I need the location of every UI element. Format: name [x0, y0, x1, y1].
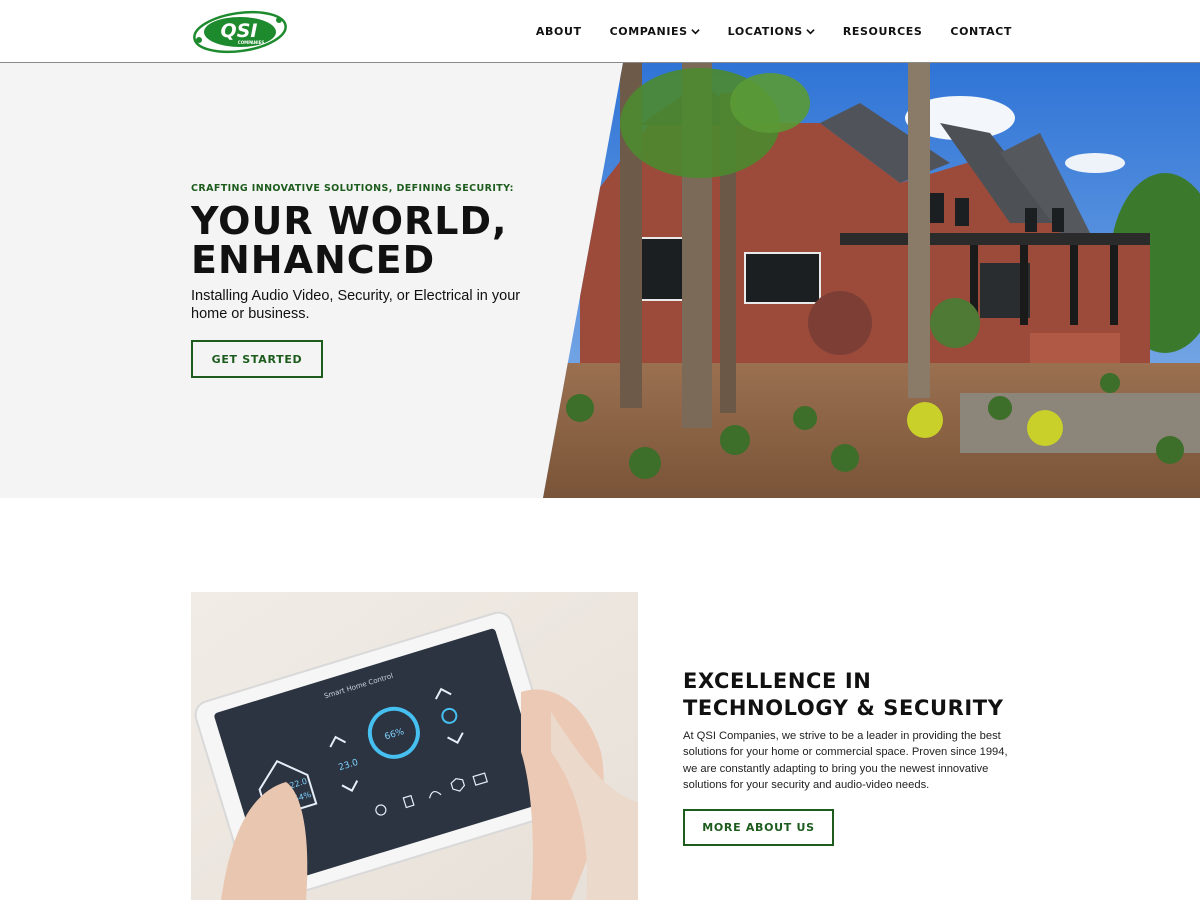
- get-started-button[interactable]: GET STARTED: [191, 340, 323, 378]
- about-title: EXCELLENCE IN TECHNOLOGY & SECURITY: [683, 668, 1023, 722]
- tablet-photo: Smart Home Control 22.0 54% 23.0 66%: [191, 592, 638, 900]
- nav-label: CONTACT: [950, 25, 1012, 38]
- about-section: EXCELLENCE IN TECHNOLOGY & SECURITY At Q…: [683, 668, 1023, 793]
- logo-text: QSI: [221, 20, 258, 42]
- hero-text: CRAFTING INNOVATIVE SOLUTIONS, DEFINING …: [191, 183, 551, 323]
- qsi-logo[interactable]: QSI COMPANIES: [191, 8, 289, 56]
- nav-label: LOCATIONS: [727, 25, 803, 38]
- nav-label: RESOURCES: [842, 25, 923, 38]
- hero-title-line: ENHANCED: [191, 238, 436, 282]
- hero-section: CRAFTING INNOVATIVE SOLUTIONS, DEFINING …: [0, 63, 1200, 498]
- nav-item-contact[interactable]: CONTACT: [950, 25, 1012, 38]
- site-header: QSI COMPANIES ABOUT COMPANIES LOCATIONS …: [0, 0, 1200, 63]
- logo-subtext: COMPANIES: [238, 40, 265, 45]
- nav-item-locations[interactable]: LOCATIONS: [728, 25, 815, 38]
- about-body: At QSI Companies, we strive to be a lead…: [683, 730, 1008, 791]
- hero-house-photo: [543, 63, 1200, 498]
- main-nav: ABOUT COMPANIES LOCATIONS RESOURCES CONT…: [536, 0, 1012, 63]
- hero-title: YOUR WORLD, ENHANCED: [191, 202, 551, 280]
- nav-label: ABOUT: [535, 25, 582, 38]
- hero-subtitle: Installing Audio Video, Security, or Ele…: [191, 288, 521, 322]
- more-about-us-button[interactable]: MORE ABOUT US: [683, 809, 834, 846]
- chevron-down-icon: [690, 29, 700, 35]
- nav-item-companies[interactable]: COMPANIES: [610, 25, 700, 38]
- nav-item-about[interactable]: ABOUT: [536, 25, 582, 38]
- chevron-down-icon: [806, 29, 815, 35]
- about-title-line: TECHNOLOGY & SECURITY: [683, 696, 1004, 720]
- about-title-line: EXCELLENCE IN: [683, 669, 872, 693]
- nav-item-resources[interactable]: RESOURCES: [843, 25, 923, 38]
- nav-label: COMPANIES: [609, 25, 688, 38]
- hero-title-line: YOUR WORLD,: [191, 199, 508, 243]
- hero-eyebrow: CRAFTING INNOVATIVE SOLUTIONS, DEFINING …: [191, 183, 514, 194]
- smart-home-tablet-image: Smart Home Control 22.0 54% 23.0 66%: [191, 592, 638, 900]
